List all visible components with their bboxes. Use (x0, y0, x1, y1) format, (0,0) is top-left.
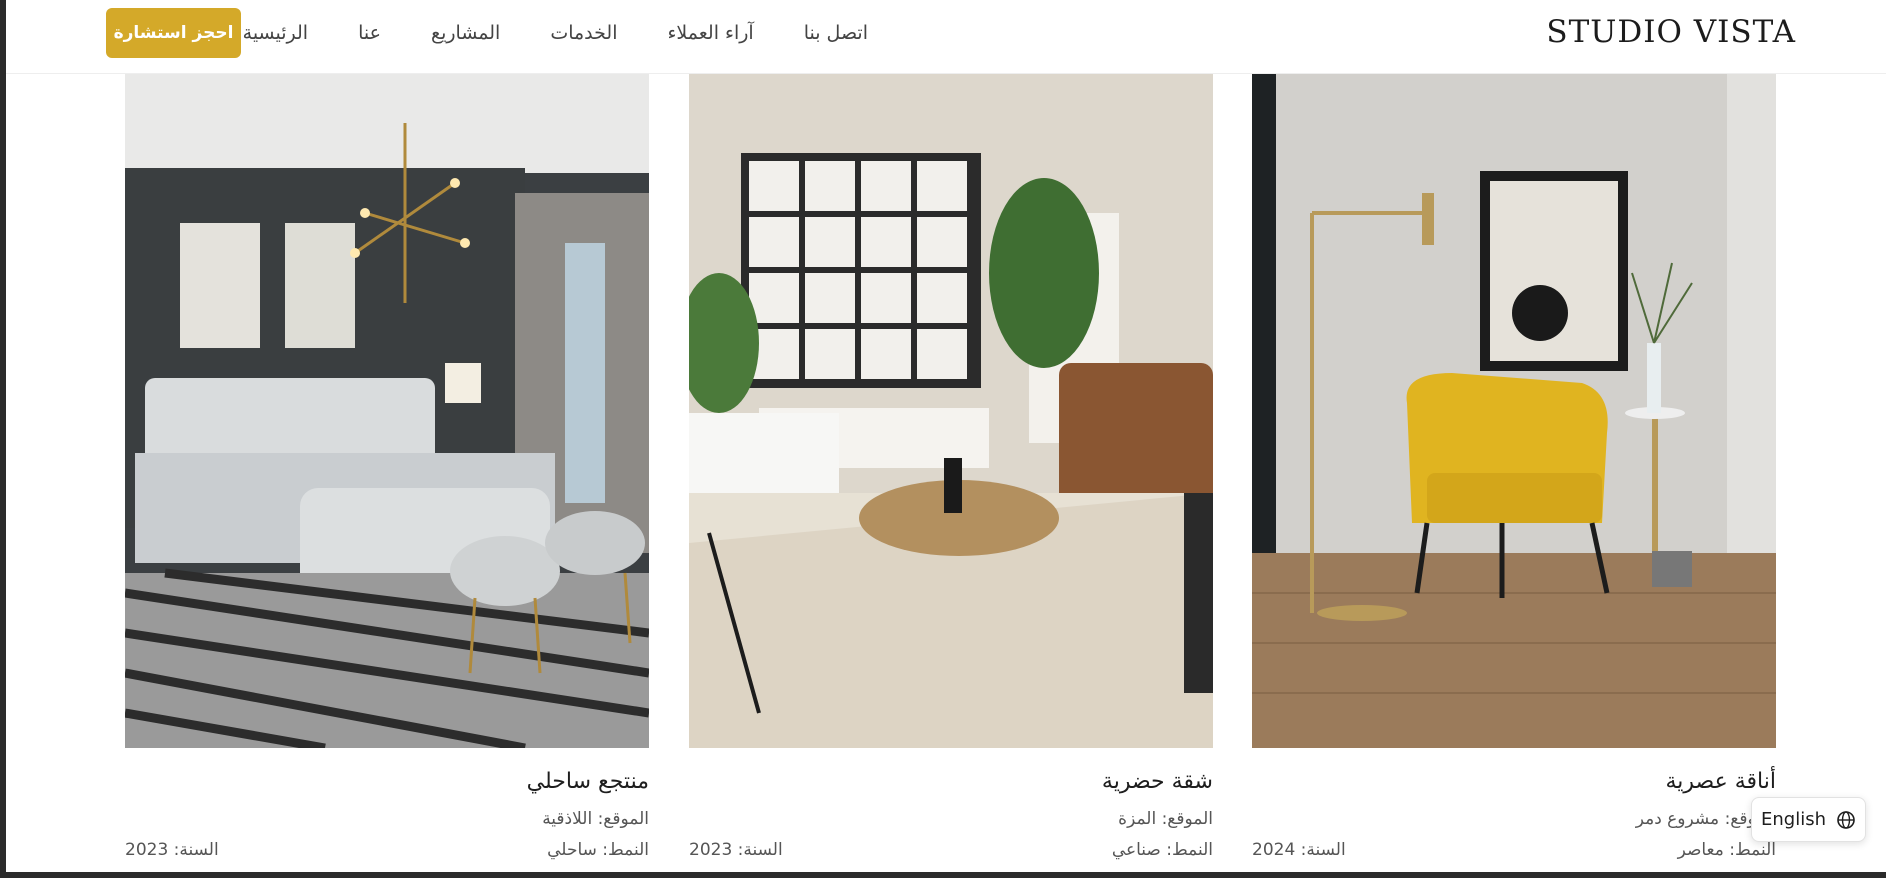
armchair-room-photo (1252, 73, 1776, 748)
project-card[interactable]: منتجع ساحلي الموقع: اللاذقية النمط: ساحل… (125, 49, 649, 878)
project-style: النمط: ساحلي (547, 840, 649, 860)
nav-item-services[interactable]: الخدمات (550, 22, 617, 44)
nav-item-contact[interactable]: اتصل بنا (804, 22, 868, 44)
project-card[interactable]: أناقة عصرية الموقع: مشروع دمر النمط: معا… (1252, 49, 1776, 878)
project-location: الموقع: المزة (1118, 809, 1213, 829)
project-title[interactable]: شقة حضرية (1102, 769, 1213, 794)
main-nav: الرئيسية عنا المشاريع الخدمات آراء العمل… (243, 22, 868, 44)
project-image[interactable] (1252, 73, 1776, 748)
language-label: English (1761, 809, 1826, 830)
project-year: السنة: 2024 (1252, 840, 1346, 860)
project-style: النمط: صناعي (1111, 840, 1213, 860)
project-image[interactable] (689, 73, 1213, 748)
book-consultation-button[interactable]: احجز استشارة (106, 8, 241, 58)
site-logo[interactable]: STUDIO VISTA (1546, 14, 1796, 50)
nav-item-home[interactable]: الرئيسية (243, 22, 308, 44)
nav-item-projects[interactable]: المشاريع (431, 22, 500, 44)
nav-item-about[interactable]: عنا (358, 22, 381, 44)
site-header: STUDIO VISTA الرئيسية عنا المشاريع الخدم… (6, 0, 1886, 74)
project-year: السنة: 2023 (125, 840, 219, 860)
living-room-photo (689, 73, 1213, 748)
window-frame-left (0, 0, 6, 878)
language-toggle-button[interactable]: English (1751, 797, 1866, 842)
project-image[interactable] (125, 73, 649, 748)
project-year: السنة: 2023 (689, 840, 783, 860)
project-title[interactable]: منتجع ساحلي (527, 769, 649, 794)
project-title[interactable]: أناقة عصرية (1665, 769, 1776, 794)
project-location: الموقع: اللاذقية (542, 809, 649, 829)
project-card[interactable]: شقة حضرية الموقع: المزة النمط: صناعي الس… (689, 49, 1213, 878)
bedroom-photo (125, 73, 649, 748)
globe-icon (1837, 810, 1855, 829)
nav-item-testimonials[interactable]: آراء العملاء (668, 22, 754, 44)
project-style: النمط: معاصر (1677, 840, 1776, 860)
